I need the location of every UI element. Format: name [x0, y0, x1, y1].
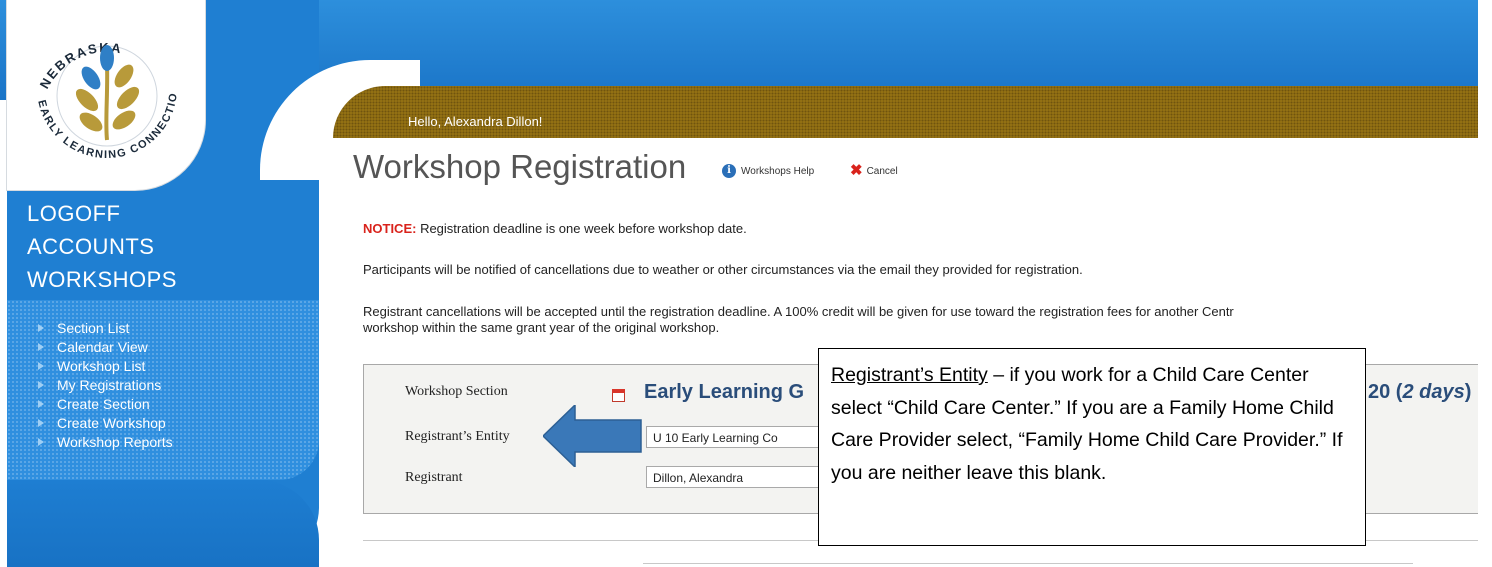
- nav-workshops[interactable]: WORKSHOPS: [27, 263, 177, 296]
- leaf-plant-icon: NEBRASKA EARLY LEARNING CONNECTION: [7, 0, 179, 161]
- triangle-right-icon: [38, 342, 44, 351]
- subnav-calendar-view[interactable]: Calendar View: [38, 337, 173, 356]
- workshops-help-link[interactable]: i Workshops Help: [722, 164, 814, 178]
- sidebar-footer: [7, 480, 319, 567]
- nav-accounts[interactable]: ACCOUNTS: [27, 230, 177, 263]
- workshops-subnav: Section List Calendar View Workshop List…: [38, 318, 173, 451]
- triangle-right-icon: [38, 399, 44, 408]
- subnav-create-workshop[interactable]: Create Workshop: [38, 413, 173, 432]
- page-title: Workshop Registration: [353, 148, 687, 185]
- notice-text: NOTICE: Registration deadline is one wee…: [363, 221, 747, 236]
- triangle-right-icon: [38, 380, 44, 389]
- registrant-entity-label: Registrant’s Entity: [405, 429, 510, 444]
- nebraska-elc-logo[interactable]: NEBRASKA EARLY LEARNING CONNECTION: [7, 0, 205, 190]
- workshop-section-name: Early Learning G: [644, 381, 805, 403]
- triangle-right-icon: [38, 323, 44, 332]
- nav-logoff[interactable]: LOGOFF: [27, 197, 177, 230]
- triangle-right-icon: [38, 418, 44, 427]
- greeting-bar: [333, 86, 1478, 138]
- help-label: Workshops Help: [741, 165, 815, 177]
- cancel-label: Cancel: [866, 165, 898, 177]
- info-icon: i: [722, 164, 736, 178]
- subnav-section-list[interactable]: Section List: [38, 318, 173, 337]
- subnav-create-section[interactable]: Create Section: [38, 394, 173, 413]
- annotation-callout: Registrant’s Entity – if you work for a …: [818, 348, 1366, 546]
- subnav-my-registrations[interactable]: My Registrations: [38, 375, 173, 394]
- cancellation-notice: Participants will be notified of cancell…: [363, 262, 1083, 277]
- arrow-left-icon: [543, 405, 642, 467]
- next-section-top: [643, 563, 1413, 564]
- registrant-cancellation-policy: Registrant cancellations will be accepte…: [363, 304, 1234, 335]
- subnav-workshop-reports[interactable]: Workshop Reports: [38, 432, 173, 451]
- cancel-link[interactable]: ✖ Cancel: [850, 162, 898, 179]
- workshop-section-dates: 20 (2 days): [1368, 381, 1472, 403]
- greeting-text: Hello, Alexandra Dillon!: [408, 114, 543, 129]
- page-edge: [1478, 0, 1492, 567]
- red-x-icon: ✖: [850, 162, 863, 179]
- subnav-workshop-list[interactable]: Workshop List: [38, 356, 173, 375]
- triangle-right-icon: [38, 361, 44, 370]
- workshop-section-label: Workshop Section: [405, 384, 508, 399]
- registrant-label: Registrant: [405, 470, 463, 485]
- main-nav: LOGOFF ACCOUNTS WORKSHOPS: [27, 197, 177, 296]
- calendar-icon: [612, 389, 625, 402]
- triangle-right-icon: [38, 437, 44, 446]
